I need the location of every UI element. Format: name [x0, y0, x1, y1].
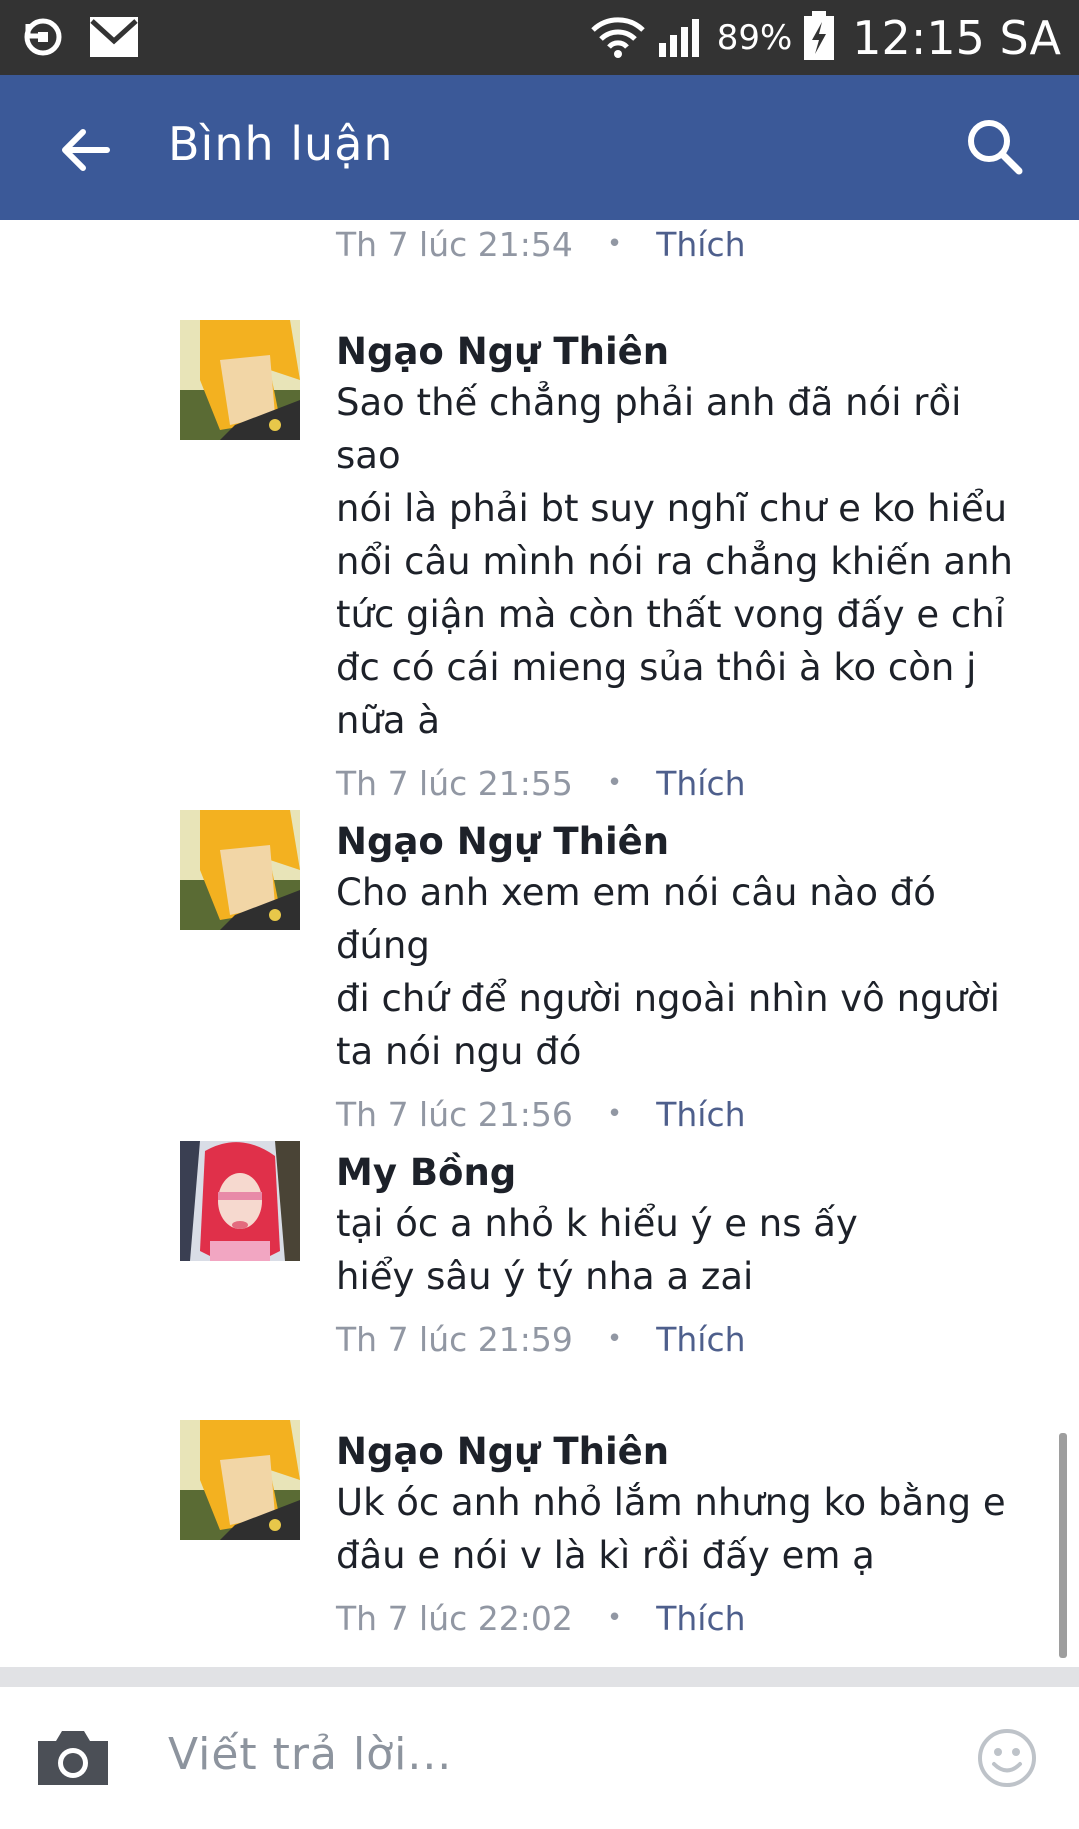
comment-meta: Th 7 lúc 21:55 • Thích	[336, 761, 1026, 805]
separator-dot: •	[606, 768, 623, 798]
battery-charging-icon	[802, 10, 836, 66]
reply-composer: Viết trả lời...	[0, 1687, 1079, 1829]
comment-line: hiểy sâu ý tý nha a zai	[336, 1255, 754, 1298]
author-name[interactable]: Ngạo Ngự Thiên	[336, 328, 1026, 376]
comment-line: nói là phải bt suy nghĩ chư e ko hiểu	[336, 487, 1008, 530]
comment-line: nổi câu mình nói ra chẳng khiến anh	[336, 540, 1013, 583]
clock: 12:15 SA	[852, 10, 1061, 65]
comment-line: tức giận mà còn thất vong đấy e chỉ	[336, 593, 1005, 636]
avatar[interactable]	[180, 1420, 300, 1540]
comment-time: Th 7 lúc 21:54	[336, 224, 573, 264]
comment-line: đâu e nói v là kì rồi đấy em ạ	[336, 1534, 875, 1577]
comment-text: Cho anh xem em nói câu nào đó đúng đi ch…	[336, 866, 1026, 1078]
arrow-left-icon[interactable]	[55, 120, 115, 180]
comment-line: Sao thế chẳng phải anh đã nói rồi sao	[336, 381, 962, 477]
status-bar: 89% 12:15 SA	[0, 0, 1079, 75]
signal-icon	[657, 13, 707, 63]
comment-line: Uk óc anh nhỏ lắm nhưng ko bằng e	[336, 1481, 1006, 1524]
like-link[interactable]: Thích	[656, 1599, 745, 1638]
comment-line: tại óc a nhỏ k hiểu ý e ns ấy	[336, 1202, 858, 1245]
comment-text: Uk óc anh nhỏ lắm nhưng ko bằng e đâu e …	[336, 1476, 1026, 1582]
comment-text: Sao thế chẳng phải anh đã nói rồi sao nó…	[336, 376, 1026, 747]
sync-icon	[20, 14, 66, 64]
author-name[interactable]: My Bồng	[336, 1149, 1026, 1197]
comment-meta: Th 7 lúc 21:59 • Thích	[336, 1317, 1026, 1361]
comment-time: Th 7 lúc 21:56	[336, 1094, 573, 1134]
comment-line: đi chứ để người ngoài nhìn vô người	[336, 977, 1000, 1020]
wifi-icon	[589, 14, 647, 62]
like-link[interactable]: Thích	[656, 225, 745, 264]
page-title: Bình luận	[168, 117, 394, 171]
comment-time: Th 7 lúc 21:55	[336, 763, 573, 803]
avatar[interactable]	[180, 810, 300, 930]
comment-body: Ngạo Ngự Thiên Cho anh xem em nói câu nà…	[336, 818, 1026, 1136]
comment-line: ta nói ngu đó	[336, 1030, 582, 1073]
reply-input[interactable]: Viết trả lời...	[168, 1729, 452, 1780]
like-link[interactable]: Thích	[656, 1095, 745, 1134]
author-name[interactable]: Ngạo Ngự Thiên	[336, 818, 1026, 866]
comment-text: tại óc a nhỏ k hiểu ý e ns ấy hiểy sâu ý…	[336, 1197, 1026, 1303]
divider	[0, 1667, 1079, 1687]
author-name[interactable]: Ngạo Ngự Thiên	[336, 1428, 1026, 1476]
camera-icon[interactable]	[34, 1727, 112, 1789]
like-link[interactable]: Thích	[656, 764, 745, 803]
comment-line: Cho anh xem em nói câu nào đó đúng	[336, 871, 936, 967]
separator-dot: •	[606, 1324, 623, 1354]
comment-line: đc có cái mieng sủa thôi à ko còn j	[336, 646, 977, 689]
like-link[interactable]: Thích	[656, 1320, 745, 1359]
comment-body: My Bồng tại óc a nhỏ k hiểu ý e ns ấy hi…	[336, 1149, 1026, 1361]
comment-time: Th 7 lúc 21:59	[336, 1319, 573, 1359]
scrollbar[interactable]	[1059, 1433, 1067, 1658]
search-icon[interactable]	[965, 117, 1025, 177]
avatar[interactable]	[180, 1141, 300, 1261]
separator-dot: •	[606, 229, 623, 259]
battery-percent: 89%	[716, 17, 793, 58]
comment-meta: Th 7 lúc 21:56 • Thích	[336, 1092, 1026, 1136]
app-bar: Bình luận	[0, 75, 1079, 220]
smiley-icon[interactable]	[976, 1727, 1038, 1789]
separator-dot: •	[606, 1603, 623, 1633]
separator-dot: •	[606, 1099, 623, 1129]
mail-icon	[88, 15, 140, 63]
comment-body: Ngạo Ngự Thiên Sao thế chẳng phải anh đã…	[336, 328, 1026, 805]
comment-meta: Th 7 lúc 22:02 • Thích	[336, 1596, 1026, 1640]
comment-meta: Th 7 lúc 21:54 • Thích	[336, 222, 746, 266]
comment-time: Th 7 lúc 22:02	[336, 1598, 573, 1638]
comment-body: Ngạo Ngự Thiên Uk óc anh nhỏ lắm nhưng k…	[336, 1428, 1026, 1640]
avatar[interactable]	[180, 320, 300, 440]
comment-line: nữa à	[336, 699, 441, 742]
